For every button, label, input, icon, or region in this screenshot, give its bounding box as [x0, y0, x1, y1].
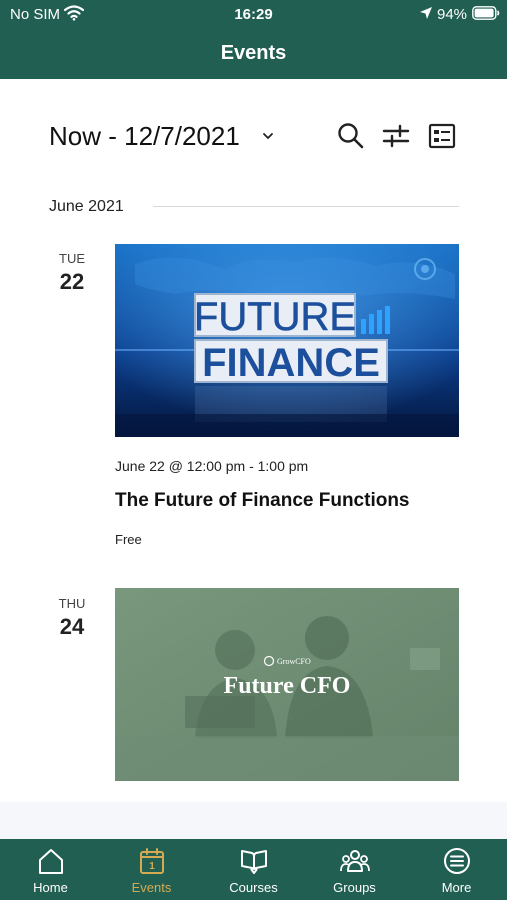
future-finance-banner: FUTURE FINANCE: [115, 244, 459, 437]
event-date: THU 24: [49, 596, 95, 640]
banner-title: Future CFO: [224, 673, 351, 699]
tab-bar: Home 1 Events Courses Groups More: [0, 839, 507, 900]
svg-text:1: 1: [149, 861, 155, 872]
event-weekday: THU: [58, 596, 86, 611]
event-day-number: 24: [59, 614, 85, 639]
book-icon: [241, 850, 267, 874]
banner-word-1: FUTURE: [194, 295, 356, 339]
future-cfo-banner: GrowCFO Future CFO: [115, 588, 459, 781]
list-view-icon[interactable]: [427, 121, 457, 151]
navigation-bar: Events: [0, 30, 507, 79]
tab-events[interactable]: 1 Events: [101, 839, 202, 900]
location-arrow-icon: [420, 7, 432, 19]
more-icon: [444, 848, 470, 874]
battery-percent: 94%: [437, 6, 468, 23]
tab-label: More: [441, 880, 472, 895]
date-range-selector[interactable]: Now - 12/7/2021: [49, 121, 240, 152]
event-title[interactable]: The Future of Finance Functions: [115, 490, 410, 512]
status-bar: No SIM 16:29 94%: [0, 0, 507, 30]
tab-label: Home: [33, 880, 68, 895]
groups-icon: [340, 850, 370, 872]
page-title: Events: [220, 42, 287, 64]
banner-word-2: FINANCE: [202, 341, 380, 385]
search-icon[interactable]: [336, 121, 366, 151]
event-image[interactable]: GrowCFO Future CFO: [115, 588, 459, 781]
tab-groups[interactable]: Groups: [304, 839, 405, 900]
event-image[interactable]: FUTURE FINANCE: [115, 244, 459, 437]
tab-courses[interactable]: Courses: [203, 839, 304, 900]
tab-label: Events: [131, 880, 172, 895]
event-time: June 22 @ 12:00 pm - 1:00 pm: [115, 458, 309, 474]
month-header: June 2021: [49, 198, 124, 215]
brand-name: GrowCFO: [277, 657, 311, 666]
event-weekday: TUE: [59, 251, 85, 266]
filter-icon[interactable]: [381, 121, 411, 151]
tab-label: Courses: [229, 880, 278, 895]
tab-label: Groups: [333, 880, 376, 895]
tab-home[interactable]: Home: [0, 839, 101, 900]
event-date: TUE 22: [49, 251, 95, 295]
calendar-icon: 1: [140, 848, 164, 874]
events-list[interactable]: Now - 12/7/2021 June 2021 TUE 22 FUTURE …: [0, 79, 507, 802]
tab-more[interactable]: More: [406, 839, 507, 900]
month-divider: [153, 206, 459, 207]
event-day-number: 22: [59, 269, 85, 294]
event-price: Free: [115, 532, 142, 547]
chevron-down-icon[interactable]: [262, 131, 274, 141]
home-icon: [39, 849, 63, 874]
battery-icon: [472, 6, 500, 20]
